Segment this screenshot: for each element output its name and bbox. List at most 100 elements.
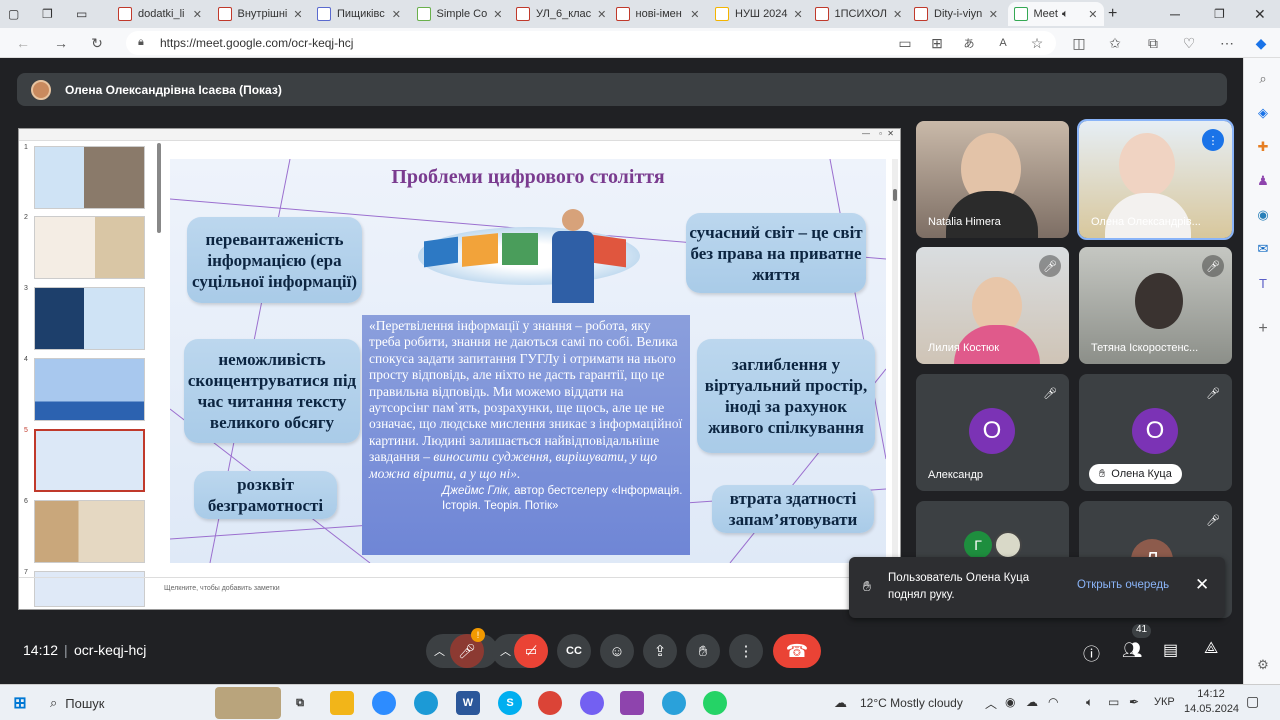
tab-close-icon[interactable]: ✕ <box>287 8 307 21</box>
search-icon[interactable]: ⌕ <box>1254 70 1272 88</box>
thumbnails-scrollbar[interactable] <box>157 143 161 233</box>
shared-screen[interactable]: — ▫ ✕ 1 2 3 4 5 6 7 Проблеми цифрового с… <box>18 128 901 610</box>
clock-time[interactable]: 14:12 <box>1188 688 1234 700</box>
browser-tab-active[interactable]: Meet 🔈︎ ✕ <box>1007 2 1104 26</box>
browser-tab[interactable]: dodatki_li ✕ <box>112 2 208 26</box>
camera-options-chevron-icon[interactable]: ︿ <box>500 643 511 659</box>
open-queue-link[interactable]: Открыть очередь <box>1077 579 1169 591</box>
tab-close-icon[interactable]: ✕ <box>187 8 208 21</box>
tray-record-icon[interactable]: ◉ <box>1005 695 1015 709</box>
pen-icon[interactable]: ✒ <box>1129 695 1139 709</box>
tab-close-icon[interactable]: ✕ <box>487 8 506 21</box>
meeting-info-button[interactable]: ⓘ <box>1083 640 1100 665</box>
language-indicator[interactable]: УКР <box>1154 696 1175 708</box>
participant-tile[interactable]: 🎤︎ Лилия Костюк <box>916 247 1069 364</box>
minimize-button[interactable]: ─ <box>1170 2 1190 26</box>
browser-tab[interactable]: Пищиківс ✕ <box>311 2 407 26</box>
tab-actions-icon[interactable]: ▭ <box>76 2 98 26</box>
slide-thumbnail[interactable] <box>34 146 145 209</box>
clock-date[interactable]: 14.05.2024 <box>1184 703 1239 715</box>
cast-icon[interactable]: ▭ <box>896 34 914 52</box>
whatsapp-icon[interactable] <box>703 691 727 715</box>
split-screen-icon[interactable]: ◫ <box>1070 34 1088 52</box>
games-icon[interactable]: ♟ <box>1254 172 1272 190</box>
viber-icon[interactable] <box>580 691 604 715</box>
people-button[interactable]: 👥︎ <box>1122 640 1142 660</box>
workspaces-icon[interactable]: ▢ <box>8 2 32 26</box>
browser-tab[interactable]: Внутрішні ✕ <box>212 2 308 26</box>
telegram-icon[interactable] <box>662 691 686 715</box>
tab-close-icon[interactable]: ✕ <box>788 8 805 21</box>
outlook-icon[interactable]: ✉ <box>1254 240 1272 258</box>
settings-more-icon[interactable]: ⋯ <box>1218 34 1236 52</box>
raise-hand-button[interactable]: ✋︎ <box>686 634 720 668</box>
collections-icon[interactable]: ❐ <box>42 2 64 26</box>
chrome-icon[interactable] <box>538 691 562 715</box>
more-options-button[interactable]: ⋮ <box>729 634 763 668</box>
tab-close-icon[interactable]: ✕ <box>591 8 606 21</box>
forward-icon[interactable]: → <box>52 34 70 52</box>
slide-thumbnail[interactable] <box>34 358 145 421</box>
close-window-button[interactable]: ✕ <box>1254 2 1274 26</box>
browser-tab[interactable]: нові-імен ✕ <box>610 2 706 26</box>
chat-button[interactable]: ▤ <box>1163 640 1178 660</box>
url-field[interactable]: 🔒︎ https://meet.google.com/ocr-keqj-hcj <box>126 31 1056 55</box>
zoom-icon[interactable] <box>372 691 396 715</box>
slide-thumbnail[interactable] <box>34 287 145 350</box>
browser-tab[interactable]: НУШ 2024 ✕ <box>709 2 805 26</box>
favorites-icon[interactable]: ✩ <box>1106 34 1124 52</box>
participant-tile[interactable]: О 🎤︎ ✋︎ Олена Куца <box>1079 374 1232 491</box>
browser-tab[interactable]: 1ПСИХОЛ ✕ <box>809 2 905 26</box>
tab-close-icon[interactable]: ✕ <box>386 8 407 21</box>
notifications-icon[interactable]: ▢ <box>1246 693 1259 710</box>
weather-text[interactable]: 12°C Mostly cloudy <box>860 696 963 710</box>
participant-tile[interactable]: О 🎤︎ Александр <box>916 374 1069 491</box>
apps-icon[interactable]: ⊞ <box>928 34 946 52</box>
captions-button[interactable]: CC <box>557 634 591 668</box>
favorite-star-icon[interactable]: ☆ <box>1028 34 1046 52</box>
edge-icon[interactable] <box>414 691 438 715</box>
participant-tile[interactable]: 🎤︎ Тетяна Іскоростенс... <box>1079 247 1232 364</box>
copilot-icon[interactable]: ◆ <box>1252 34 1270 52</box>
tab-close-icon[interactable]: ✕ <box>684 8 705 21</box>
taskbar-search[interactable]: ⌕ Пошук <box>50 691 210 715</box>
camera-off-button[interactable]: ▭̸ <box>514 634 548 668</box>
reload-icon[interactable]: ↻ <box>88 34 106 52</box>
browser-tab[interactable]: Simple Co ✕ <box>411 2 507 26</box>
teams-icon[interactable]: T <box>1254 274 1272 292</box>
onedrive-icon[interactable]: ☁ <box>1026 695 1038 709</box>
sidebar-settings-icon[interactable]: ⚙ <box>1254 656 1272 674</box>
task-view-icon[interactable]: ⧉ <box>288 691 312 715</box>
reactions-button[interactable]: ☺ <box>600 634 634 668</box>
shopping-icon[interactable]: ◈ <box>1254 104 1272 122</box>
browser-tab[interactable]: УЛ_6_клас ✕ <box>510 2 606 26</box>
office-icon[interactable]: ◉ <box>1254 206 1272 224</box>
tab-close-icon[interactable]: ✕ <box>983 8 1004 21</box>
browser-tab[interactable]: Dity-i-viyn ✕ <box>908 2 1004 26</box>
slide-scrollbar[interactable] <box>892 159 898 563</box>
notes-placeholder[interactable]: Щелкните, чтобы добавить заметки <box>164 585 280 592</box>
maximize-button[interactable]: ❐ <box>1214 2 1234 26</box>
leave-call-button[interactable]: ☎ <box>773 634 821 668</box>
battery-icon[interactable]: ▭ <box>1108 695 1119 709</box>
tools-icon[interactable]: ✚ <box>1254 138 1272 156</box>
file-explorer-icon[interactable] <box>330 691 354 715</box>
search-highlight-image[interactable] <box>215 687 281 719</box>
read-aloud-icon[interactable]: A <box>994 34 1012 52</box>
winrar-icon[interactable] <box>620 691 644 715</box>
slide-thumbnail[interactable] <box>34 216 145 279</box>
word-icon[interactable]: W <box>456 691 480 715</box>
skype-icon[interactable]: S <box>498 691 522 715</box>
present-button[interactable]: ⇪ <box>643 634 677 668</box>
participant-tile-speaking[interactable]: ⋮ Олена Олександрів... <box>1077 119 1234 240</box>
browser-essentials-icon[interactable]: ♡ <box>1180 34 1198 52</box>
close-toast-icon[interactable]: ✕ <box>1195 575 1209 595</box>
wifi-icon[interactable]: ◠ <box>1048 695 1058 709</box>
activities-button[interactable]: ⟁ <box>1204 640 1218 658</box>
new-tab-button[interactable]: + <box>1108 2 1128 26</box>
tab-audio-icon[interactable]: 🔈︎ <box>1062 8 1069 21</box>
add-sidebar-app-icon[interactable]: + <box>1254 320 1272 338</box>
mic-options-chevron-icon[interactable]: ︿ <box>434 643 445 659</box>
tray-chevron-icon[interactable]: ︿ <box>985 695 997 712</box>
collections-toolbar-icon[interactable]: ⧉ <box>1144 34 1162 52</box>
